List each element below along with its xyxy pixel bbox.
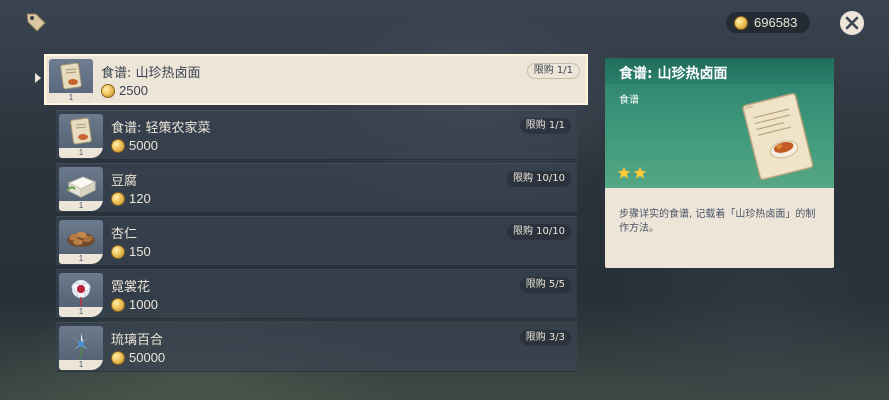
- item-thumbnail: 1: [49, 59, 93, 103]
- item-quantity: 1: [59, 201, 103, 211]
- shop-item-row[interactable]: 1 琉璃百合 50000 限购 3/3: [56, 322, 577, 372]
- recipe-icon: [70, 117, 92, 145]
- detail-title: 食谱: 山珍热卤面: [619, 66, 728, 82]
- item-quantity: 1: [59, 360, 103, 370]
- recipe-icon: [742, 92, 814, 181]
- item-quantity: 1: [59, 254, 103, 264]
- item-quantity: 1: [59, 148, 103, 158]
- star-icon: [633, 166, 647, 179]
- purchase-limit-badge: 限购 5/5: [519, 277, 571, 293]
- item-name: 琉璃百合: [111, 333, 164, 348]
- item-price: 2500: [101, 83, 148, 98]
- purchase-limit-badge: 限购 10/10: [507, 224, 571, 240]
- item-price-value: 5000: [129, 138, 158, 153]
- shop-item-row[interactable]: 1 食谱: 轻策农家菜 5000 限购 1/1: [56, 110, 577, 160]
- item-thumbnail: 1: [59, 273, 103, 317]
- detail-item-type: 食谱: [619, 95, 639, 106]
- glaze-lily-icon: [71, 333, 91, 360]
- item-thumbnail: 1: [59, 167, 103, 211]
- mora-coin-icon: [734, 15, 748, 30]
- mora-coin-icon: [111, 350, 125, 365]
- item-price: 120: [111, 191, 151, 206]
- mora-coin-icon: [111, 244, 125, 259]
- item-price-value: 2500: [119, 83, 148, 98]
- tofu-icon: [66, 176, 97, 198]
- item-price: 5000: [111, 138, 158, 153]
- purchase-limit-badge: 限购 1/1: [526, 63, 580, 79]
- item-thumbnail: 1: [59, 220, 103, 264]
- item-price: 150: [111, 244, 151, 259]
- shop-item-row[interactable]: 1 霓裳花 1000 限购 5/5: [56, 269, 577, 319]
- currency-display: 696583: [726, 12, 810, 33]
- item-price-value: 1000: [129, 297, 158, 312]
- recipe-icon: [60, 62, 82, 90]
- shop-item-row[interactable]: 1 豆腐 120 限购 10/10: [56, 163, 577, 213]
- purchase-limit-badge: 限购 3/3: [519, 330, 571, 346]
- item-thumbnail: 1: [59, 114, 103, 158]
- purchase-limit-badge: 限购 1/1: [519, 118, 571, 134]
- detail-description: 步骤详实的食谱, 记载着「山珍热卤面」的制作方法。: [619, 209, 816, 234]
- top-bar: 696583: [0, 0, 889, 44]
- shop-item-row[interactable]: 1 食谱: 山珍热卤面 2500 限购 1/1: [44, 54, 588, 105]
- item-price: 50000: [111, 350, 165, 365]
- item-name: 杏仁: [111, 227, 138, 242]
- item-thumbnail: 1: [59, 326, 103, 370]
- mora-coin-icon: [111, 138, 125, 153]
- silk-flower-icon: [71, 280, 91, 306]
- mora-coin-icon: [101, 83, 115, 98]
- star-icon: [617, 166, 631, 179]
- item-detail-panel: 食谱: 山珍热卤面 食谱 步骤详实的食谱, 记载着「山珍热卤面」的制作方法。: [605, 58, 834, 268]
- item-quantity: 1: [59, 307, 103, 317]
- item-price-value: 120: [129, 191, 151, 206]
- item-name: 食谱: 山珍热卤面: [101, 66, 201, 81]
- mora-coin-icon: [111, 297, 125, 312]
- detail-header: 食谱: 山珍热卤面 食谱: [605, 58, 834, 188]
- item-name: 豆腐: [111, 174, 138, 189]
- rarity-stars: [617, 166, 647, 180]
- item-price-value: 150: [129, 244, 151, 259]
- item-quantity: 1: [49, 93, 93, 103]
- selection-arrow-icon: [35, 73, 41, 83]
- tag-icon: [24, 10, 48, 34]
- item-price: 1000: [111, 297, 158, 312]
- item-name: 霓裳花: [111, 280, 151, 295]
- shop-item-row[interactable]: 1 杏仁 150 限购 10/10: [56, 216, 577, 266]
- item-price-value: 50000: [129, 350, 166, 365]
- mora-coin-icon: [111, 191, 125, 206]
- close-button[interactable]: [838, 9, 866, 37]
- purchase-limit-badge: 限购 10/10: [507, 171, 571, 187]
- currency-amount: 696583: [754, 15, 798, 30]
- item-name: 食谱: 轻策农家菜: [111, 121, 211, 136]
- close-icon: [845, 16, 859, 30]
- almond-icon: [67, 231, 95, 247]
